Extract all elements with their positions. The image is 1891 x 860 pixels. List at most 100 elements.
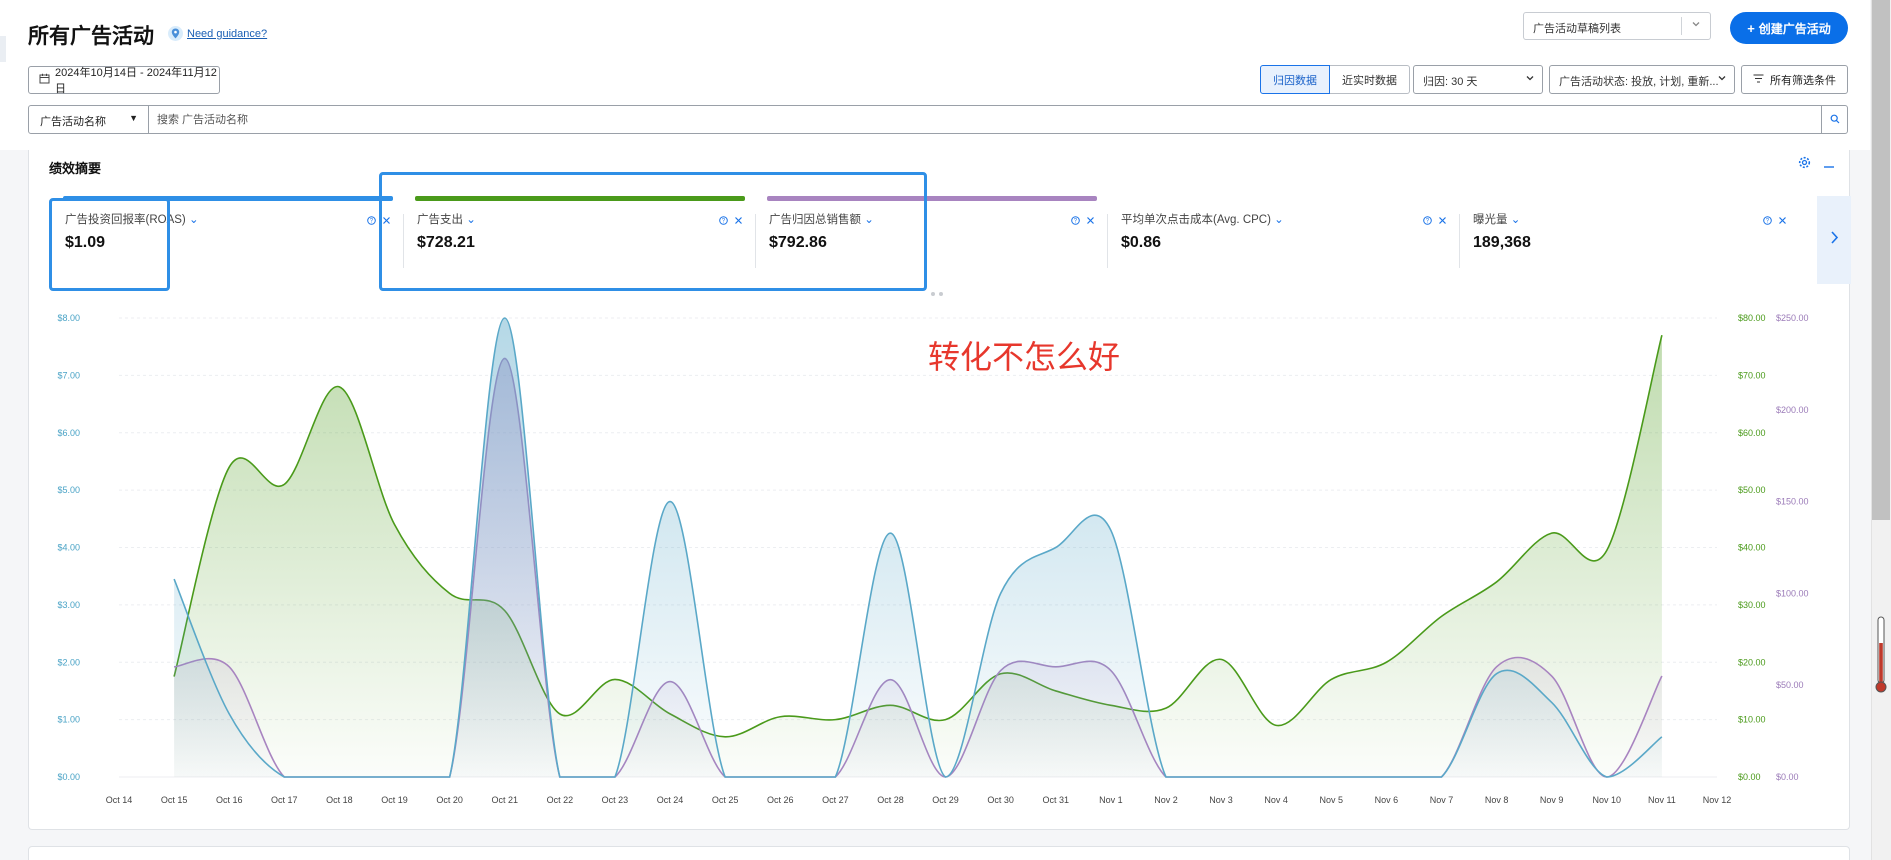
search-field-select[interactable]: 广告活动名称 ▼ [29,106,149,133]
metrics-carousel: 广告投资回报率(ROAS) ⌄ $1.09 ? 广告支出 ⌄ $728.21 ? [29,196,1851,284]
metric-divider [1107,214,1108,268]
x-tick-label: Nov 11 [1648,795,1676,805]
metrics-next-button[interactable] [1817,196,1851,284]
scrollbar-thumb[interactable] [1872,0,1890,520]
metric-value: 189,368 [1473,234,1531,251]
x-tick-label: Oct 30 [987,795,1014,805]
guidance-link-label[interactable]: Need guidance? [187,28,267,40]
y-right-sales-tick-label: $50.00 [1776,680,1804,690]
x-tick-label: Oct 19 [381,795,408,805]
x-tick-label: Nov 1 [1099,795,1123,805]
close-icon[interactable] [1086,212,1095,230]
date-range-label: 2024年10月14日 - 2024年11月12日 [55,67,217,95]
y-right-spend-tick-label: $50.00 [1738,485,1766,495]
thermometer-icon [1875,615,1887,695]
y-right-spend-tick-label: $10.00 [1738,715,1766,725]
y-right-spend-tick-label: $0.00 [1738,772,1761,782]
metric-card-impressions[interactable]: 曝光量 ⌄ 189,368 ? [1459,196,1811,284]
y-left-tick-label: $8.00 [57,313,80,323]
x-tick-label: Oct 28 [877,795,904,805]
x-tick-label: Nov 6 [1375,795,1399,805]
x-tick-label: Oct 25 [712,795,739,805]
y-right-sales-tick-label: $150.00 [1776,497,1809,507]
x-tick-label: Oct 27 [822,795,849,805]
top-header: 所有广告活动 Need guidance? 广告活动草稿列表 + 创建广告活动 … [0,0,1870,150]
attribution-data-tab[interactable]: 归因数据 [1260,65,1330,94]
help-icon[interactable]: ? [1763,212,1772,230]
x-tick-label: Nov 9 [1540,795,1564,805]
caret-down-icon: ▼ [129,113,138,123]
chevron-down-icon [1525,73,1535,86]
close-icon[interactable] [1438,212,1447,230]
create-campaign-label: 创建广告活动 [1758,21,1831,36]
x-tick-label: Nov 5 [1320,795,1344,805]
draft-list-select[interactable]: 广告活动草稿列表 [1523,12,1711,40]
x-tick-label: Nov 8 [1485,795,1509,805]
y-right-spend-tick-label: $80.00 [1738,313,1766,323]
all-filters-label: 所有筛选条件 [1770,74,1836,87]
annotation-box-roas [49,198,170,291]
y-left-tick-label: $4.00 [57,543,80,553]
x-tick-label: Oct 18 [326,795,353,805]
app-page: 所有广告活动 Need guidance? 广告活动草稿列表 + 创建广告活动 … [0,0,1891,860]
attribution-window-select[interactable]: 归因: 30 天 [1413,65,1543,94]
y-right-sales-tick-label: $250.00 [1776,313,1809,323]
data-mode-toggle: 归因数据 近实时数据 [1260,65,1410,94]
next-panel-edge [28,846,1850,860]
y-right-sales-tick-label: $200.00 [1776,405,1809,415]
help-icon[interactable]: ? [1423,212,1432,230]
draft-list-label: 广告活动草稿列表 [1533,23,1621,35]
gear-icon[interactable] [1798,156,1811,174]
calendar-icon [39,73,50,87]
y-left-tick-label: $0.00 [57,772,80,782]
chevron-down-icon: ⌄ [1510,214,1521,226]
metric-card-avg-cpc[interactable]: 平均单次点击成本(Avg. CPC) ⌄ $0.86 ? [1107,196,1459,284]
realtime-data-tab[interactable]: 近实时数据 [1330,65,1410,94]
y-right-spend-tick-label: $20.00 [1738,657,1766,667]
y-right-spend-tick-label: $70.00 [1738,370,1766,380]
attribution-window-label: 归因: 30 天 [1423,76,1478,88]
page-dot[interactable] [931,292,935,296]
search-button[interactable] [1821,106,1847,133]
page-title: 所有广告活动 [28,25,154,48]
chevron-down-icon: ⌄ [1274,214,1284,226]
metric-name[interactable]: 曝光量 ⌄ [1473,211,1520,227]
performance-chart: $0.00 $1.00 $2.00 $3.00 $4.00 $5.00 $6.00 $7.00… [57,313,1809,805]
all-filters-button[interactable]: 所有筛选条件 [1741,65,1848,94]
chevron-down-icon [1691,19,1701,32]
search-input[interactable] [157,106,1677,133]
guidance-link[interactable]: Need guidance? [168,26,267,41]
x-tick-label: Oct 16 [216,795,243,805]
chevron-right-icon [1830,230,1839,250]
y-left-tick-label: $3.00 [57,600,80,610]
search-field-label: 广告活动名称 [40,116,106,128]
help-icon[interactable]: ? [367,212,376,230]
y-left-tick-label: $6.00 [57,428,80,438]
annotation-box-spend-sales [379,172,927,291]
x-tick-label: Oct 14 [106,795,133,805]
create-campaign-button[interactable]: + 创建广告活动 [1730,12,1848,44]
campaign-status-label: 广告活动状态: 投放, 计划, 重新... [1559,76,1719,88]
close-icon[interactable] [1778,212,1787,230]
campaign-search-bar: 广告活动名称 ▼ [28,105,1848,134]
y-right-sales-tick-label: $0.00 [1776,772,1799,782]
help-icon[interactable]: ? [1071,212,1080,230]
plus-icon: + [1747,20,1755,36]
x-tick-label: Nov 10 [1593,795,1622,805]
panel-actions [1798,156,1835,174]
x-tick-label: Nov 7 [1430,795,1454,805]
x-tick-label: Oct 29 [932,795,959,805]
filter-icon [1753,74,1764,86]
y-right-spend-tick-label: $30.00 [1738,600,1766,610]
campaign-status-select[interactable]: 广告活动状态: 投放, 计划, 重新... [1549,65,1735,94]
x-tick-label: Nov 12 [1703,795,1732,805]
page-dot[interactable] [939,292,943,296]
x-tick-label: Oct 15 [161,795,188,805]
search-icon [1830,111,1840,129]
metric-divider [1459,214,1460,268]
metric-name[interactable]: 平均单次点击成本(Avg. CPC) ⌄ [1121,211,1284,227]
y-left-tick-label: $1.00 [57,715,80,725]
x-tick-label: Oct 23 [602,795,629,805]
date-range-picker[interactable]: 2024年10月14日 - 2024年11月12日 [28,66,220,95]
collapse-icon[interactable] [1823,156,1835,174]
